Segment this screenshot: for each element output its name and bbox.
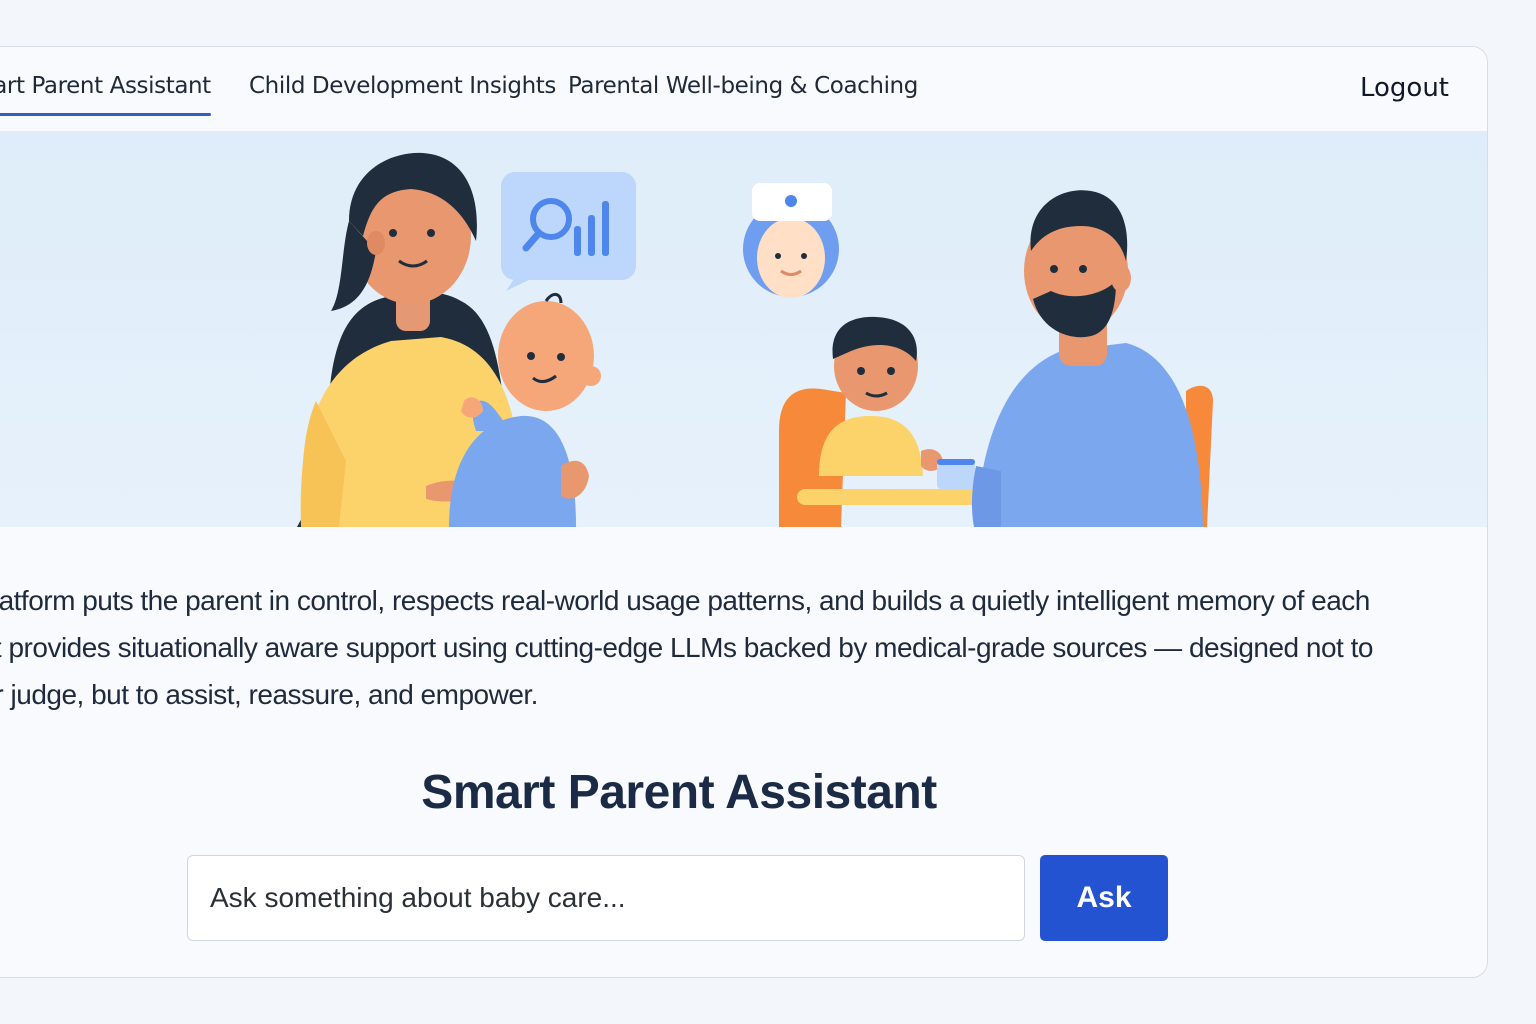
platform-description: s platform puts the parent in control, r… xyxy=(0,577,1387,718)
description-line: d. It provides situationally aware suppo… xyxy=(0,632,1373,663)
app-card: Smart Parent Assistant Child Development… xyxy=(0,46,1488,978)
tab-child-development-insights[interactable]: Child Development Insights xyxy=(249,73,556,99)
hero-illustration xyxy=(0,131,1487,527)
ask-input[interactable] xyxy=(187,855,1025,941)
assistant-title: Smart Parent Assistant xyxy=(421,766,937,819)
father-figure xyxy=(971,190,1203,527)
top-nav: Smart Parent Assistant Child Development… xyxy=(0,47,1487,131)
doctor-avatar-icon xyxy=(743,183,839,298)
description-line: g or judge, but to assist, reassure, and… xyxy=(0,679,538,710)
family-illustration xyxy=(297,152,1213,527)
tab-parental-well-being[interactable]: Parental Well-being & Coaching xyxy=(568,73,918,99)
ask-button[interactable]: Ask xyxy=(1040,855,1168,941)
search-chart-icon xyxy=(501,172,636,291)
description-line: s platform puts the parent in control, r… xyxy=(0,585,1370,616)
logout-link[interactable]: Logout xyxy=(1360,73,1449,103)
tab-smart-parent-assistant[interactable]: Smart Parent Assistant xyxy=(0,73,211,116)
